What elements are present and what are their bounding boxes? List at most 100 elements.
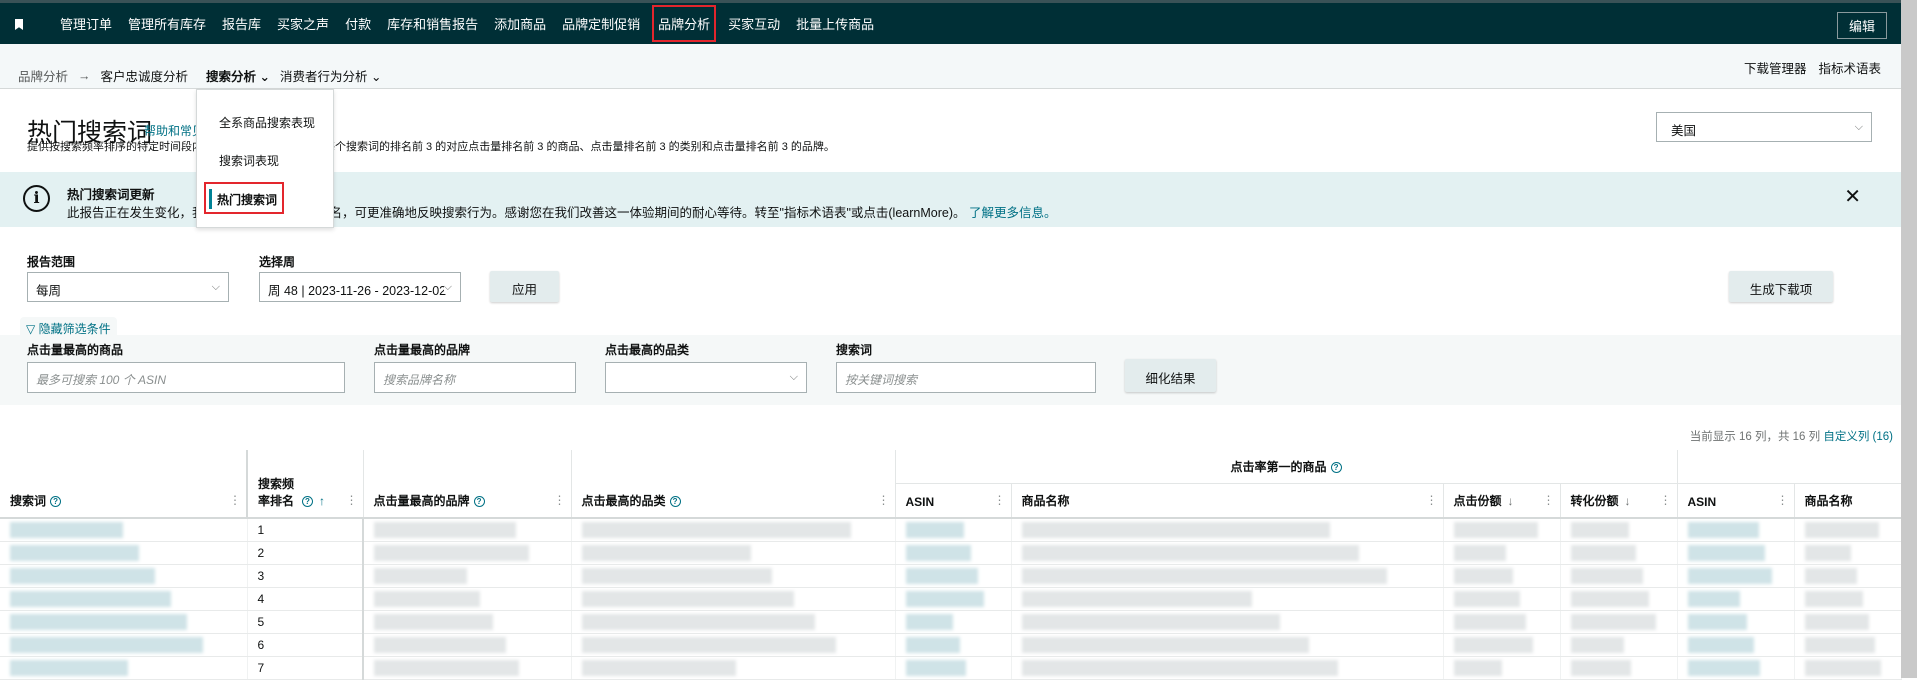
redacted-cell: [571, 610, 896, 634]
redacted-cell: [895, 587, 1012, 611]
redacted-value: [1687, 590, 1741, 607]
help-icon[interactable]: ?: [50, 496, 62, 508]
subnav-consumer-behavior[interactable]: 消费者行为分析 ⌄: [280, 66, 381, 85]
menu-item-catalog-performance[interactable]: 全系商品搜索表现: [219, 114, 315, 131]
header-product-name[interactable]: 商品名称 ⋮: [1011, 483, 1444, 519]
redacted-value: [374, 590, 481, 607]
header-asin[interactable]: ASIN ⋮: [895, 483, 1012, 519]
redacted-value: [905, 544, 972, 561]
column-count-text: 当前显示 16 列，共 16 列: [1689, 431, 1821, 443]
redacted-cell: [1011, 656, 1444, 680]
hide-filters-toggle[interactable]: ▽ 隐藏筛选条件: [20, 317, 117, 337]
header-search-term[interactable]: 搜索词? ⋮: [0, 450, 248, 519]
nav-buyer-engagement[interactable]: 买家互动: [726, 10, 782, 37]
column-menu-icon[interactable]: ⋮: [1543, 493, 1555, 507]
header-conversion-share[interactable]: 转化份额 ↓ ⋮: [1560, 483, 1678, 519]
column-menu-icon[interactable]: ⋮: [346, 493, 358, 507]
banner-title: 热门搜索词更新: [67, 188, 155, 202]
redacted-value: [1804, 613, 1870, 630]
help-icon[interactable]: ?: [473, 496, 485, 508]
header-asin-2[interactable]: ASIN ⋮: [1677, 483, 1795, 519]
redacted-cell: [1011, 587, 1444, 611]
customize-columns-link[interactable]: 自定义列 (16): [1823, 431, 1893, 443]
header-top-category[interactable]: 点击最高的品类? ⋮: [571, 450, 896, 519]
asin-search-input[interactable]: 最多可搜索 100 个 ASIN: [27, 362, 345, 393]
redacted-cell: [0, 587, 248, 611]
week-select[interactable]: 周 48 | 2023-11-26 - 2023-12-02 ⌵: [259, 272, 461, 302]
learn-more-link[interactable]: 了解更多信息。: [969, 206, 1057, 220]
help-link[interactable]: 帮助和常见: [144, 122, 204, 139]
column-menu-icon[interactable]: ⋮: [229, 493, 241, 507]
redacted-value: [374, 544, 529, 561]
nav-manage-inventory[interactable]: 管理所有库存: [126, 10, 208, 37]
menu-item-search-query-performance[interactable]: 搜索词表现: [219, 152, 279, 169]
help-icon[interactable]: ?: [669, 496, 681, 508]
header-click-share[interactable]: 点击份额 ↓ ⋮: [1443, 483, 1561, 519]
redacted-cell: [1794, 587, 1902, 611]
redacted-value: [1570, 521, 1630, 538]
keyword-search-input[interactable]: 按关键词搜索: [836, 362, 1096, 393]
generate-download-button[interactable]: 生成下载项: [1729, 271, 1833, 302]
column-menu-icon[interactable]: ⋮: [1660, 493, 1672, 507]
header-product-name-2[interactable]: 商品名称: [1794, 483, 1902, 519]
table-row: 5: [0, 610, 1902, 634]
column-menu-icon[interactable]: ⋮: [878, 493, 890, 507]
redacted-value: [905, 521, 965, 538]
redacted-cell: [0, 656, 248, 680]
country-select[interactable]: 美国 ⌵: [1656, 112, 1872, 142]
nav-brand-analytics[interactable]: 品牌分析: [652, 5, 717, 42]
column-menu-icon[interactable]: ⋮: [1426, 493, 1438, 507]
redacted-value: [1804, 544, 1851, 561]
sort-down-icon[interactable]: ↓: [1625, 494, 1631, 508]
breadcrumb-brand-analytics[interactable]: 品牌分析: [18, 66, 68, 85]
nav-payments[interactable]: 付款: [343, 10, 373, 37]
header-top-brand[interactable]: 点击量最高的品牌? ⋮: [363, 450, 572, 519]
column-menu-icon[interactable]: ⋮: [1777, 493, 1789, 507]
edit-button[interactable]: 编辑: [1836, 12, 1887, 39]
redacted-cell: [571, 656, 896, 680]
column-menu-icon[interactable]: ⋮: [554, 493, 566, 507]
page-scrollbar[interactable]: [1901, 0, 1917, 678]
download-manager-link[interactable]: 下载管理器: [1744, 58, 1807, 77]
redacted-cell: [0, 610, 248, 634]
close-icon[interactable]: ✕: [1844, 184, 1861, 209]
header-search-frequency-rank[interactable]: 搜索频率排名? ↑ ⋮: [246, 450, 364, 519]
nav-add-product[interactable]: 添加商品: [492, 10, 548, 37]
subnav-customer-loyalty[interactable]: 客户忠诚度分析: [101, 66, 189, 85]
nav-bulk-upload[interactable]: 批量上传商品: [794, 10, 876, 37]
redacted-value: [374, 659, 520, 676]
top-category-label: 点击最高的品类: [605, 343, 690, 357]
help-icon[interactable]: ?: [1330, 462, 1342, 474]
redacted-cell: [1443, 518, 1561, 542]
help-icon[interactable]: ?: [302, 496, 313, 508]
sort-up-icon[interactable]: ↑: [319, 494, 325, 508]
redacted-cell: [571, 518, 896, 542]
redacted-cell: [571, 541, 896, 565]
category-select[interactable]: ⌵: [605, 362, 807, 393]
redacted-value: [905, 567, 978, 584]
redacted-cell: [1443, 541, 1561, 565]
brand-search-input[interactable]: 搜索品牌名称: [374, 362, 576, 393]
redacted-value: [1021, 636, 1310, 653]
refine-results-button[interactable]: 细化结果: [1125, 359, 1216, 392]
sort-down-icon[interactable]: ↓: [1508, 494, 1514, 508]
chevron-down-icon: ⌄: [371, 70, 382, 84]
nav-reports[interactable]: 报告库: [220, 10, 263, 37]
redacted-value: [10, 567, 155, 584]
bookmark-icon[interactable]: [15, 19, 23, 30]
main-nav: 管理订单 管理所有库存 报告库 买家之声 付款 库存和销售报告 添加商品 品牌定…: [58, 3, 876, 44]
menu-item-top-search-terms[interactable]: 热门搜索词: [204, 182, 284, 214]
nav-brand-promotions[interactable]: 品牌定制促销: [560, 10, 642, 37]
nav-manage-orders[interactable]: 管理订单: [58, 10, 114, 37]
report-range-select[interactable]: 每周 ⌵: [27, 272, 229, 302]
redacted-cell: [1443, 587, 1561, 611]
redacted-cell: [571, 564, 896, 588]
column-menu-icon[interactable]: ⋮: [994, 493, 1006, 507]
nav-voice-of-customer[interactable]: 买家之声: [275, 10, 331, 37]
metrics-glossary-link[interactable]: 指标术语表: [1818, 58, 1881, 77]
redacted-cell: [363, 633, 572, 657]
apply-button[interactable]: 应用: [490, 271, 559, 302]
redacted-value: [581, 659, 737, 676]
nav-inventory-sales-report[interactable]: 库存和销售报告: [385, 10, 480, 37]
redacted-cell: [571, 587, 896, 611]
